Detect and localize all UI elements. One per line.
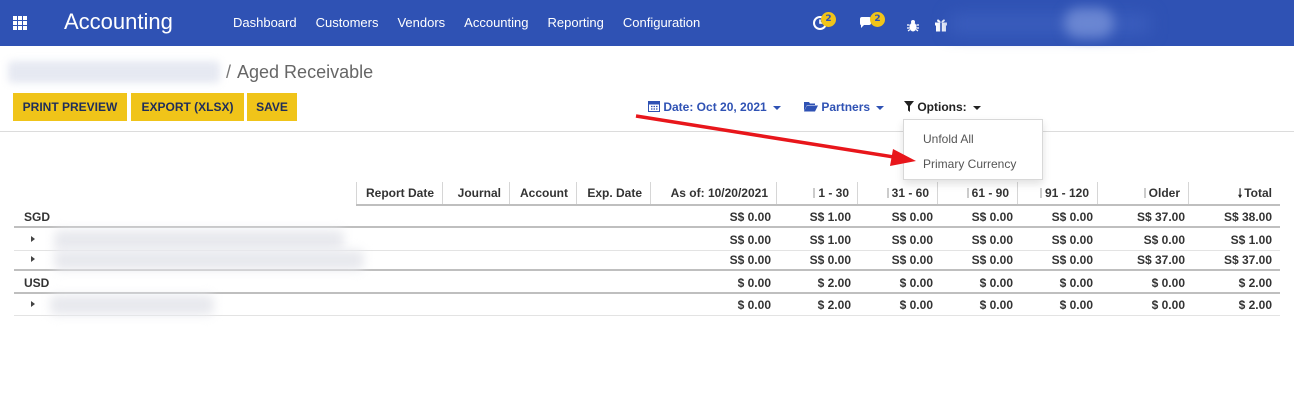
report-table-header: Report Date Journal Account Exp. Date As…	[356, 182, 1280, 206]
activity-button[interactable]: 2	[812, 12, 842, 34]
caret-right-icon[interactable]	[31, 236, 35, 242]
apps-menu-icon[interactable]	[13, 16, 27, 30]
amount-cell-older: $ 0.00	[1151, 298, 1185, 312]
activity-badge: 2	[821, 12, 836, 27]
amount-cell-as-of: S$ 0.00	[729, 233, 771, 247]
partner-name-redacted	[54, 250, 364, 270]
top-navbar: Accounting Dashboard Customers Vendors A…	[0, 0, 1294, 46]
date-filter-label: Date: Oct 20, 2021	[663, 100, 767, 114]
sort-down-icon: 🠓	[1237, 186, 1243, 200]
partners-filter-label: Partners	[821, 100, 871, 114]
col-91-120[interactable]: 91 - 120	[1017, 182, 1097, 204]
menu-item-unfold-all[interactable]: Unfold All	[923, 132, 974, 146]
col-61-90[interactable]: 61 - 90	[937, 182, 1017, 204]
amount-cell-as-of: S$ 0.00	[729, 210, 771, 224]
messages-badge: 2	[870, 12, 885, 27]
bug-icon[interactable]	[906, 15, 920, 37]
amount-cell-31-60: S$ 0.00	[891, 233, 933, 247]
sort-icon	[1143, 188, 1146, 198]
date-filter[interactable]: Date: Oct 20, 2021	[648, 100, 781, 114]
folder-open-icon	[804, 102, 818, 112]
options-dropdown-menu: Unfold All Primary Currency	[903, 119, 1043, 180]
currency-label: SGD	[24, 210, 51, 224]
menu-vendors[interactable]: Vendors	[397, 15, 445, 30]
col-31-60[interactable]: 31 - 60	[857, 182, 937, 204]
export-xlsx-button[interactable]: EXPORT (XLSX)	[131, 93, 244, 121]
amount-cell-older: S$ 0.00	[1143, 233, 1185, 247]
amount-cell-91-120: S$ 0.00	[1051, 233, 1093, 247]
user-avatar[interactable]	[1064, 8, 1114, 38]
amount-cell-91-120: $ 0.00	[1059, 276, 1093, 290]
amount-cell-total: $ 2.00	[1238, 276, 1272, 290]
partner-name-redacted	[54, 230, 344, 250]
amount-cell-total: S$ 38.00	[1223, 210, 1272, 224]
col-total[interactable]: 🠓 Total	[1188, 182, 1280, 204]
amount-cell-as-of: S$ 0.00	[729, 253, 771, 267]
menu-configuration[interactable]: Configuration	[623, 15, 700, 30]
page-title: Aged Receivable	[237, 61, 374, 82]
menu-reporting[interactable]: Reporting	[548, 15, 604, 30]
menu-customers[interactable]: Customers	[316, 15, 379, 30]
amount-cell-61-90: S$ 0.00	[971, 253, 1013, 267]
amount-cell-61-90: S$ 0.00	[971, 210, 1013, 224]
amount-cell-as-of: $ 0.00	[737, 276, 771, 290]
print-preview-button[interactable]: PRINT PREVIEW	[13, 93, 127, 121]
amount-cell-31-60: $ 0.00	[899, 298, 933, 312]
col-account: Account	[509, 182, 576, 204]
menu-accounting[interactable]: Accounting	[464, 15, 528, 30]
messages-button[interactable]: 2	[858, 12, 888, 34]
amount-cell-1-30: S$ 0.00	[809, 253, 851, 267]
menu-dashboard[interactable]: Dashboard	[233, 15, 297, 30]
col-as-of: As of: 10/20/2021	[650, 182, 776, 204]
sort-icon	[813, 188, 816, 198]
amount-cell-61-90: S$ 0.00	[971, 233, 1013, 247]
sort-icon	[1039, 188, 1042, 198]
amount-cell-61-90: $ 0.00	[979, 276, 1013, 290]
amount-cell-total: S$ 1.00	[1230, 233, 1272, 247]
amount-cell-1-30: $ 2.00	[817, 298, 851, 312]
amount-cell-91-120: S$ 0.00	[1051, 253, 1093, 267]
amount-cell-total: $ 2.00	[1238, 298, 1272, 312]
partner-name-redacted	[50, 295, 214, 315]
sort-icon	[886, 188, 889, 198]
col-older[interactable]: Older	[1097, 182, 1188, 204]
partners-filter[interactable]: Partners	[804, 100, 885, 114]
breadcrumb-parent-redacted[interactable]	[8, 61, 220, 83]
amount-cell-91-120: $ 0.00	[1059, 298, 1093, 312]
options-filter[interactable]: Options:	[904, 100, 981, 114]
amount-cell-older: $ 0.00	[1151, 276, 1185, 290]
amount-cell-31-60: $ 0.00	[899, 276, 933, 290]
amount-cell-older: S$ 37.00	[1136, 253, 1185, 267]
col-exp-date: Exp. Date	[576, 182, 650, 204]
amount-cell-91-120: S$ 0.00	[1051, 210, 1093, 224]
gift-icon[interactable]	[934, 14, 948, 36]
breadcrumb: / Aged Receivable	[8, 60, 373, 84]
calendar-icon	[648, 101, 660, 112]
menu-item-primary-currency[interactable]: Primary Currency	[923, 157, 1016, 171]
col-journal: Journal	[442, 182, 509, 204]
options-filter-label: Options:	[917, 100, 967, 114]
amount-cell-1-30: $ 2.00	[817, 276, 851, 290]
filter-icon	[904, 101, 914, 112]
col-1-30[interactable]: 1 - 30	[776, 182, 857, 204]
amount-cell-1-30: S$ 1.00	[809, 233, 851, 247]
save-button[interactable]: SAVE	[247, 93, 297, 121]
amount-cell-31-60: S$ 0.00	[891, 253, 933, 267]
amount-cell-total: S$ 37.00	[1223, 253, 1272, 267]
control-panel-divider	[0, 131, 1294, 132]
currency-label: USD	[24, 276, 50, 290]
col-report-date: Report Date	[356, 182, 442, 204]
redacted-company-area	[950, 14, 1150, 34]
amount-cell-as-of: $ 0.00	[737, 298, 771, 312]
caret-right-icon[interactable]	[31, 256, 35, 262]
amount-cell-older: S$ 37.00	[1136, 210, 1185, 224]
main-menu: Dashboard Customers Vendors Accounting R…	[233, 15, 719, 30]
amount-cell-1-30: S$ 1.00	[809, 210, 851, 224]
amount-cell-61-90: $ 0.00	[979, 298, 1013, 312]
caret-right-icon[interactable]	[31, 301, 35, 307]
breadcrumb-separator: /	[226, 61, 232, 82]
sort-icon	[966, 188, 969, 198]
app-title[interactable]: Accounting	[64, 9, 173, 35]
amount-cell-31-60: S$ 0.00	[891, 210, 933, 224]
